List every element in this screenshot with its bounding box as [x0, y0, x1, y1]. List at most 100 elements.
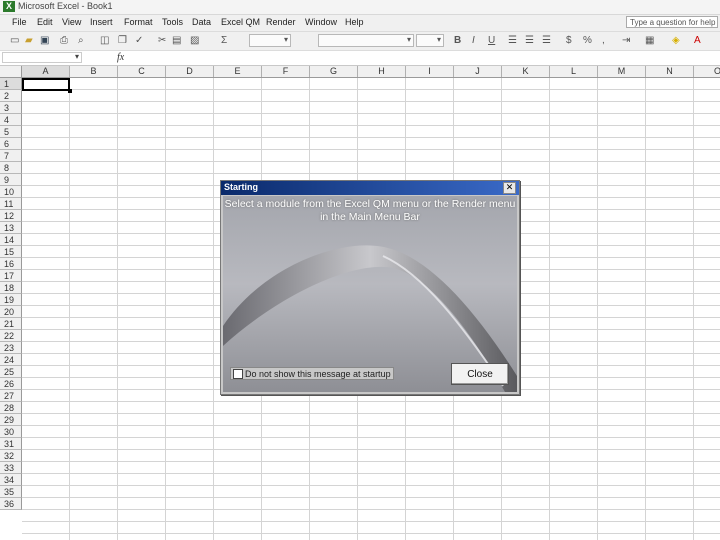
row-header-15[interactable]: 15	[0, 246, 22, 258]
ask-question-input[interactable]: Type a question for help	[626, 16, 718, 28]
row-header-31[interactable]: 31	[0, 438, 22, 450]
research-icon[interactable]: ◫	[100, 35, 109, 47]
row-header-18[interactable]: 18	[0, 282, 22, 294]
row-header-27[interactable]: 27	[0, 390, 22, 402]
row-header-14[interactable]: 14	[0, 234, 22, 246]
row-header-13[interactable]: 13	[0, 222, 22, 234]
dialog-close-icon[interactable]: ✕	[503, 182, 516, 194]
column-header-d[interactable]: D	[166, 66, 214, 77]
row-header-12[interactable]: 12	[0, 210, 22, 222]
row-header-10[interactable]: 10	[0, 186, 22, 198]
italic-icon[interactable]: I	[472, 35, 475, 47]
row-header-28[interactable]: 28	[0, 402, 22, 414]
column-header-k[interactable]: K	[502, 66, 550, 77]
autosum-icon[interactable]: Σ	[221, 35, 227, 47]
column-header-o[interactable]: O	[694, 66, 720, 77]
row-header-22[interactable]: 22	[0, 330, 22, 342]
font-combo[interactable]	[249, 34, 291, 47]
column-header-c[interactable]: C	[118, 66, 166, 77]
font-size-combo[interactable]	[416, 34, 444, 47]
column-header-j[interactable]: J	[454, 66, 502, 77]
currency-icon[interactable]: $	[566, 35, 572, 47]
column-header-i[interactable]: I	[406, 66, 454, 77]
row-header-24[interactable]: 24	[0, 354, 22, 366]
row-header-20[interactable]: 20	[0, 306, 22, 318]
row-header-8[interactable]: 8	[0, 162, 22, 174]
row-header-9[interactable]: 9	[0, 174, 22, 186]
borders-icon[interactable]: ▦	[645, 35, 654, 47]
fill-color-icon[interactable]: ◈	[672, 35, 680, 47]
menu-tools[interactable]: Tools	[162, 17, 183, 27]
row-header-2[interactable]: 2	[0, 90, 22, 102]
column-header-m[interactable]: M	[598, 66, 646, 77]
center-icon[interactable]: ☰	[525, 35, 534, 47]
close-button[interactable]: Close	[451, 363, 509, 385]
bold-icon[interactable]: B	[454, 35, 461, 47]
menu-help[interactable]: Help	[345, 17, 364, 27]
dont-show-checkbox[interactable]	[233, 368, 243, 379]
menu-excel-qm[interactable]: Excel QM	[221, 17, 260, 27]
row-header-36[interactable]: 36	[0, 498, 22, 510]
copy-icon[interactable]: ❐	[118, 35, 127, 47]
percent-icon[interactable]: %	[583, 35, 592, 47]
row-header-17[interactable]: 17	[0, 270, 22, 282]
format-painter-icon[interactable]: ▨	[190, 35, 199, 47]
formula-input[interactable]	[128, 52, 716, 63]
paste-icon[interactable]: ▤	[172, 35, 181, 47]
row-header-33[interactable]: 33	[0, 462, 22, 474]
column-header-l[interactable]: L	[550, 66, 598, 77]
menu-insert[interactable]: Insert	[90, 17, 113, 27]
cut-icon[interactable]: ✂	[158, 35, 166, 47]
row-header-1[interactable]: 1	[0, 78, 22, 90]
row-header-4[interactable]: 4	[0, 114, 22, 126]
menu-window[interactable]: Window	[305, 17, 337, 27]
row-header-29[interactable]: 29	[0, 414, 22, 426]
row-header-35[interactable]: 35	[0, 486, 22, 498]
row-header-7[interactable]: 7	[0, 150, 22, 162]
menu-file[interactable]: File	[12, 17, 27, 27]
print-preview-icon[interactable]: ⌕	[78, 35, 84, 47]
column-header-h[interactable]: H	[358, 66, 406, 77]
select-all-corner[interactable]	[0, 66, 22, 77]
row-header-30[interactable]: 30	[0, 426, 22, 438]
font-name-combo[interactable]	[318, 34, 414, 47]
column-header-a[interactable]: A	[22, 66, 70, 77]
save-icon[interactable]: ▣	[40, 35, 49, 47]
comma-icon[interactable]: ,	[602, 35, 605, 47]
row-header-26[interactable]: 26	[0, 378, 22, 390]
menu-render[interactable]: Render	[266, 17, 296, 27]
row-header-6[interactable]: 6	[0, 138, 22, 150]
menu-edit[interactable]: Edit	[37, 17, 53, 27]
underline-icon[interactable]: U	[488, 35, 495, 47]
dont-show-option[interactable]: Do not show this message at startup	[230, 367, 394, 380]
row-header-32[interactable]: 32	[0, 450, 22, 462]
align-left-icon[interactable]: ☰	[508, 35, 517, 47]
row-header-23[interactable]: 23	[0, 342, 22, 354]
column-header-n[interactable]: N	[646, 66, 694, 77]
excel-app-icon[interactable]: X	[3, 1, 15, 12]
row-header-11[interactable]: 11	[0, 198, 22, 210]
print-icon[interactable]: ⎙	[60, 35, 68, 47]
column-header-b[interactable]: B	[70, 66, 118, 77]
row-header-25[interactable]: 25	[0, 366, 22, 378]
dialog-title-bar[interactable]: Starting ✕	[221, 181, 519, 195]
row-header-34[interactable]: 34	[0, 474, 22, 486]
menu-data[interactable]: Data	[192, 17, 211, 27]
fx-icon[interactable]: fx	[117, 52, 124, 63]
name-box[interactable]	[2, 52, 82, 63]
column-header-f[interactable]: F	[262, 66, 310, 77]
row-header-19[interactable]: 19	[0, 294, 22, 306]
align-right-icon[interactable]: ☰	[542, 35, 551, 47]
menu-view[interactable]: View	[62, 17, 81, 27]
open-icon[interactable]: ▰	[25, 35, 33, 47]
row-header-3[interactable]: 3	[0, 102, 22, 114]
font-color-icon[interactable]: A	[694, 35, 701, 47]
indent-icon[interactable]: ⇥	[622, 35, 630, 47]
new-icon[interactable]: ▭	[10, 35, 19, 47]
column-header-g[interactable]: G	[310, 66, 358, 77]
menu-format[interactable]: Format	[124, 17, 153, 27]
column-header-e[interactable]: E	[214, 66, 262, 77]
row-header-21[interactable]: 21	[0, 318, 22, 330]
active-cell-a1[interactable]	[22, 78, 72, 93]
row-header-16[interactable]: 16	[0, 258, 22, 270]
